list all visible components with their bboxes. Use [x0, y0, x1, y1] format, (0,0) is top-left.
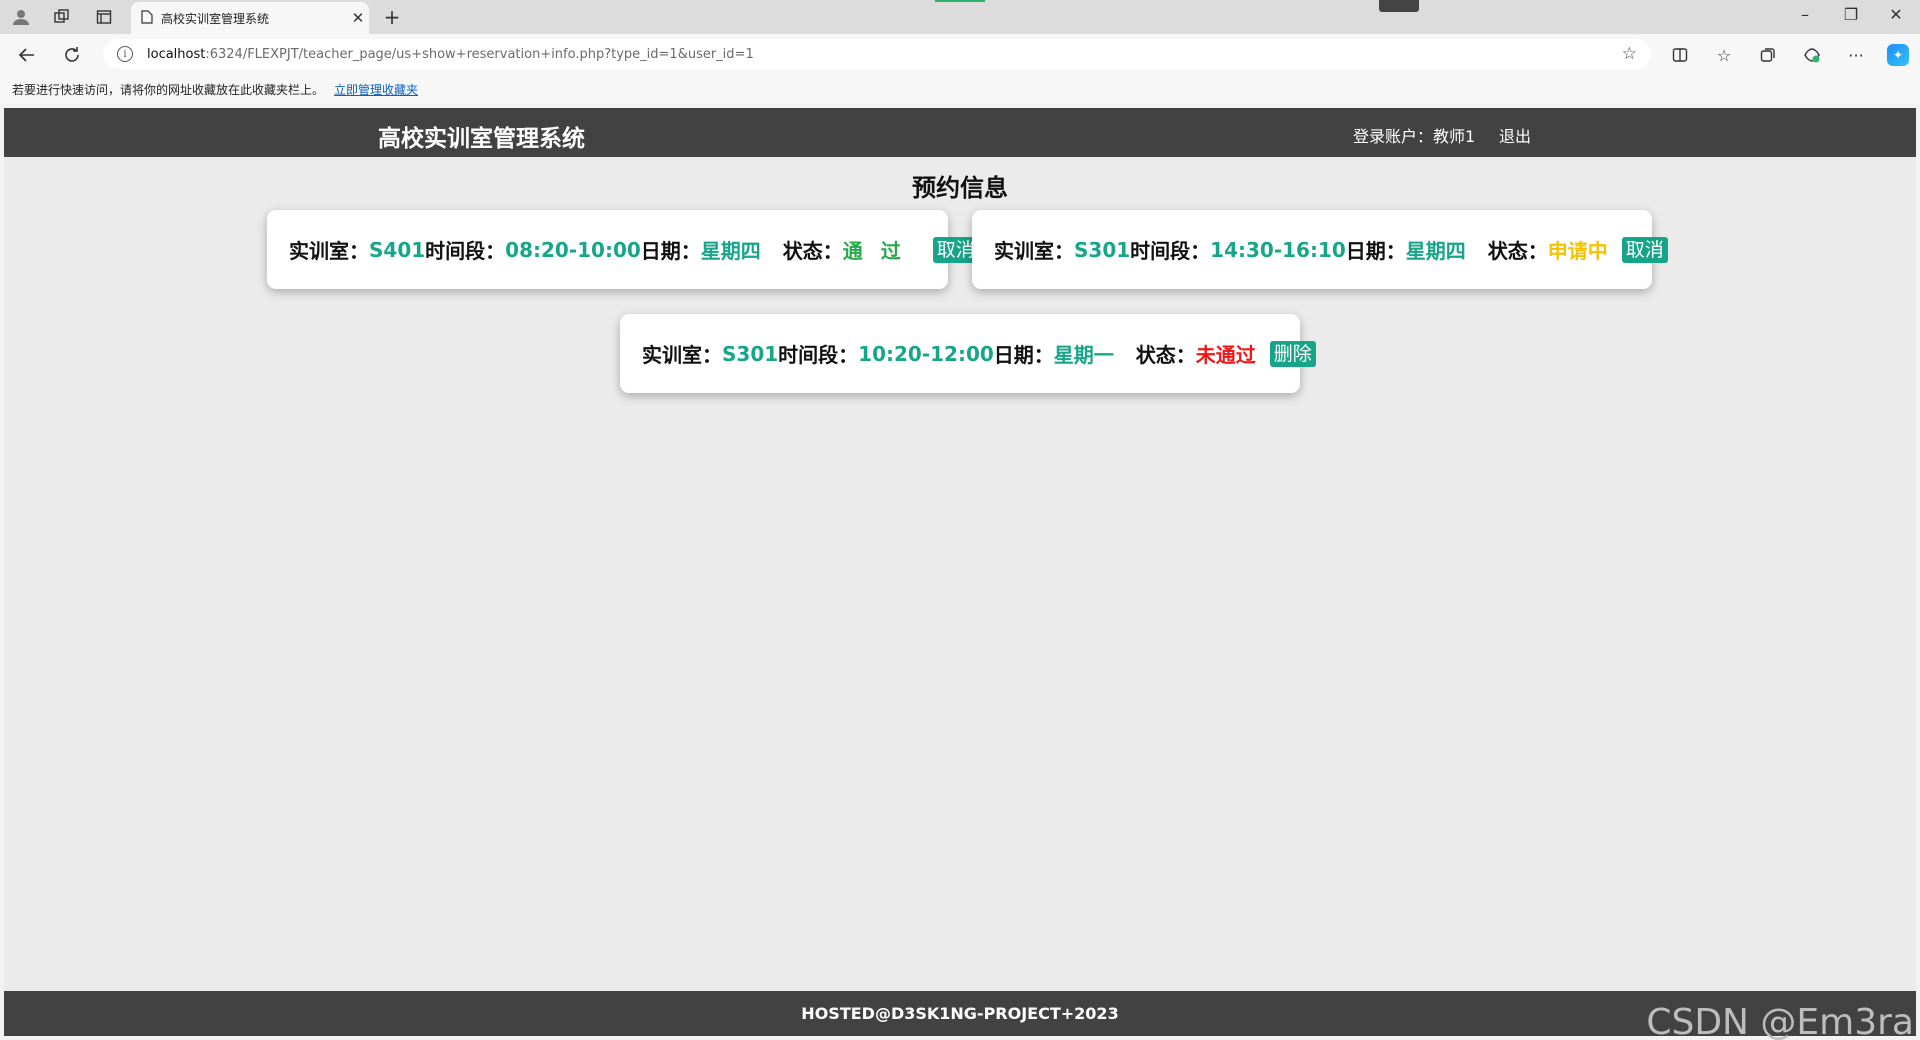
- window-handle: [1379, 0, 1419, 12]
- cancel-button[interactable]: 取消: [1621, 236, 1668, 263]
- minimize-icon[interactable]: –: [1790, 5, 1820, 24]
- room-value: S301: [1074, 237, 1131, 262]
- close-icon[interactable]: ✕: [347, 9, 369, 27]
- url-host: localhost: [147, 46, 206, 62]
- date-value: 星期四: [700, 239, 761, 263]
- date-value: 星期一: [1053, 343, 1114, 367]
- room-value: S301: [722, 341, 779, 366]
- close-window-icon[interactable]: ✕: [1881, 5, 1911, 24]
- room-label: 实训室：: [994, 239, 1074, 263]
- favorites-bar: 若要进行快速访问，请将你的网址收藏放在此收藏夹栏上。 立即管理收藏夹: [0, 74, 1920, 104]
- room-label: 实训室：: [642, 343, 722, 367]
- url-path: :6324/FLEXPJT/teacher_page/us+show+reser…: [205, 46, 754, 62]
- restore-icon[interactable]: ❐: [1836, 5, 1866, 24]
- active-tab[interactable]: 高校实训室管理系统 ✕: [131, 2, 369, 34]
- time-value: 10:20-12:00: [858, 341, 994, 366]
- page-title: 预约信息: [912, 174, 1008, 202]
- status-badge: 未通过: [1195, 343, 1256, 367]
- browser-tab-bar: 高校实训室管理系统 ✕ + – ❐ ✕: [0, 0, 1920, 34]
- favorites-hint: 若要进行快速访问，请将你的网址收藏放在此收藏夹栏上。: [12, 82, 325, 97]
- date-label: 日期：: [993, 343, 1054, 367]
- reservation-card: 实训室： S401 时间段： 08:20-10:00 日期： 星期四 状态： 通…: [267, 210, 979, 289]
- reload-icon[interactable]: [60, 43, 84, 67]
- time-value: 14:30-16:10: [1210, 237, 1346, 262]
- site-header: 高校实训室管理系统 登录账户：教师1 退出: [4, 108, 1916, 157]
- favorites-icon[interactable]: ☆: [1713, 44, 1735, 66]
- time-label: 时间段：: [778, 343, 859, 367]
- tab-title: 高校实训室管理系统: [161, 11, 270, 26]
- page-icon: [141, 9, 153, 28]
- status-label: 状态：: [1135, 343, 1196, 367]
- plus-icon[interactable]: +: [380, 5, 404, 29]
- progress-indicator: [935, 0, 985, 2]
- split-screen-icon[interactable]: [1669, 44, 1691, 66]
- status-label: 状态：: [1487, 239, 1548, 263]
- date-label: 日期：: [640, 239, 701, 263]
- profile-icon[interactable]: [10, 6, 32, 28]
- status-label: 状态：: [782, 239, 843, 263]
- back-arrow-icon[interactable]: [15, 43, 39, 67]
- site-title: 高校实训室管理系统: [378, 125, 585, 151]
- status-badge: 通过: [842, 239, 919, 263]
- reservation-card: 实训室： S301 时间段： 14:30-16:10 日期： 星期四 状态： 申…: [972, 210, 1668, 289]
- url-input[interactable]: i localhost:6324/FLEXPJT/teacher_page/us…: [103, 39, 1651, 69]
- site-footer: HOSTED@D3SK1NG-PROJECT+2023: [4, 991, 1916, 1036]
- time-value: 08:20-10:00: [505, 237, 641, 262]
- more-icon[interactable]: ···: [1845, 44, 1867, 66]
- date-value: 星期四: [1405, 239, 1466, 263]
- account-label: 登录账户：教师1: [1353, 127, 1476, 146]
- page-content: 高校实训室管理系统 登录账户：教师1 退出 预约信息 实训室： S401 时间段…: [4, 108, 1916, 1036]
- copilot-icon[interactable]: ✦: [1887, 44, 1909, 66]
- manage-favorites-link[interactable]: 立即管理收藏夹: [334, 81, 418, 98]
- time-label: 时间段：: [425, 239, 506, 263]
- logout-link[interactable]: 退出: [1499, 123, 1531, 147]
- date-label: 日期：: [1345, 239, 1406, 263]
- watermark: CSDN @Em3ra: [1646, 1002, 1914, 1040]
- collections-icon[interactable]: [1757, 44, 1779, 66]
- info-icon[interactable]: i: [117, 46, 133, 62]
- tab-actions-icon[interactable]: [93, 6, 115, 28]
- browser-address-bar: i localhost:6324/FLEXPJT/teacher_page/us…: [0, 34, 1920, 74]
- room-value: S401: [369, 237, 426, 262]
- workspaces-icon[interactable]: [51, 6, 73, 28]
- reservation-card: 实训室： S301 时间段： 10:20-12:00 日期： 星期一 状态： 未…: [620, 314, 1316, 393]
- time-label: 时间段：: [1130, 239, 1211, 263]
- room-label: 实训室：: [289, 239, 369, 263]
- extensions-icon[interactable]: [1801, 44, 1823, 66]
- delete-button[interactable]: 删除: [1269, 340, 1316, 367]
- url-text: localhost:6324/FLEXPJT/teacher_page/us+s…: [147, 47, 754, 62]
- status-badge: 申请中: [1547, 239, 1608, 263]
- star-icon[interactable]: ☆: [1622, 44, 1637, 64]
